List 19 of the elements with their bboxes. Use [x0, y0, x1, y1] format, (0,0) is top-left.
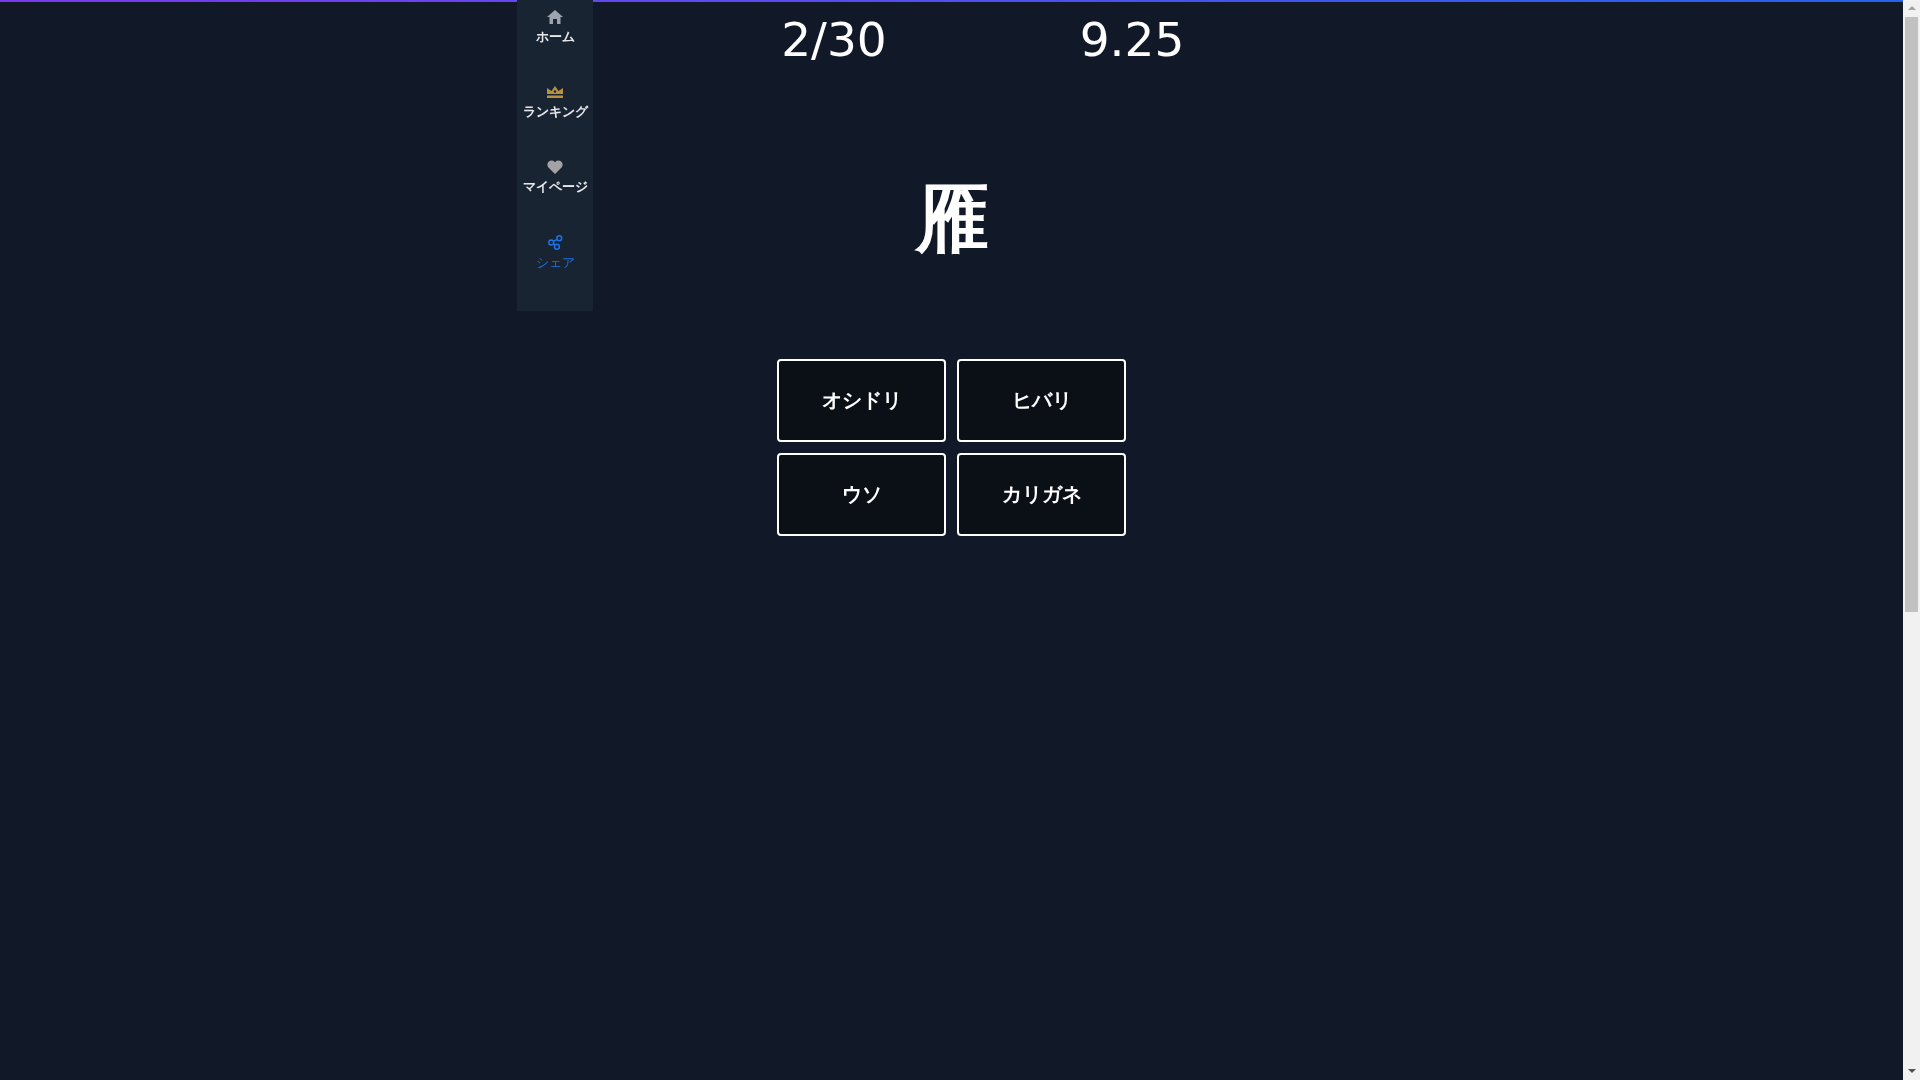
- scroll-down-icon[interactable]: [1907, 1069, 1916, 1073]
- question-kanji: 雁: [914, 176, 989, 260]
- heart-icon: [547, 160, 563, 174]
- answer-choice[interactable]: ヒバリ: [957, 359, 1126, 442]
- crown-icon: [547, 86, 563, 98]
- answer-choice[interactable]: ウソ: [777, 453, 946, 536]
- scroll-up-icon[interactable]: [1907, 6, 1916, 10]
- home-icon: [547, 10, 563, 24]
- nav-item[interactable]: ランキング: [517, 75, 593, 150]
- nav-item[interactable]: マイページ: [517, 150, 593, 225]
- answer-choice[interactable]: カリガネ: [957, 453, 1126, 536]
- nav-item[interactable]: ホーム: [517, 0, 593, 75]
- score-number: 9.25: [1078, 12, 1186, 68]
- scrollbar-thumb[interactable]: [1905, 17, 1918, 612]
- nav-item[interactable]: シェア: [517, 225, 593, 300]
- answer-choice[interactable]: オシドリ: [777, 359, 946, 442]
- scrollbar[interactable]: [1903, 0, 1920, 1080]
- question-counter: 2/30: [780, 12, 888, 68]
- share-icon: [547, 235, 563, 250]
